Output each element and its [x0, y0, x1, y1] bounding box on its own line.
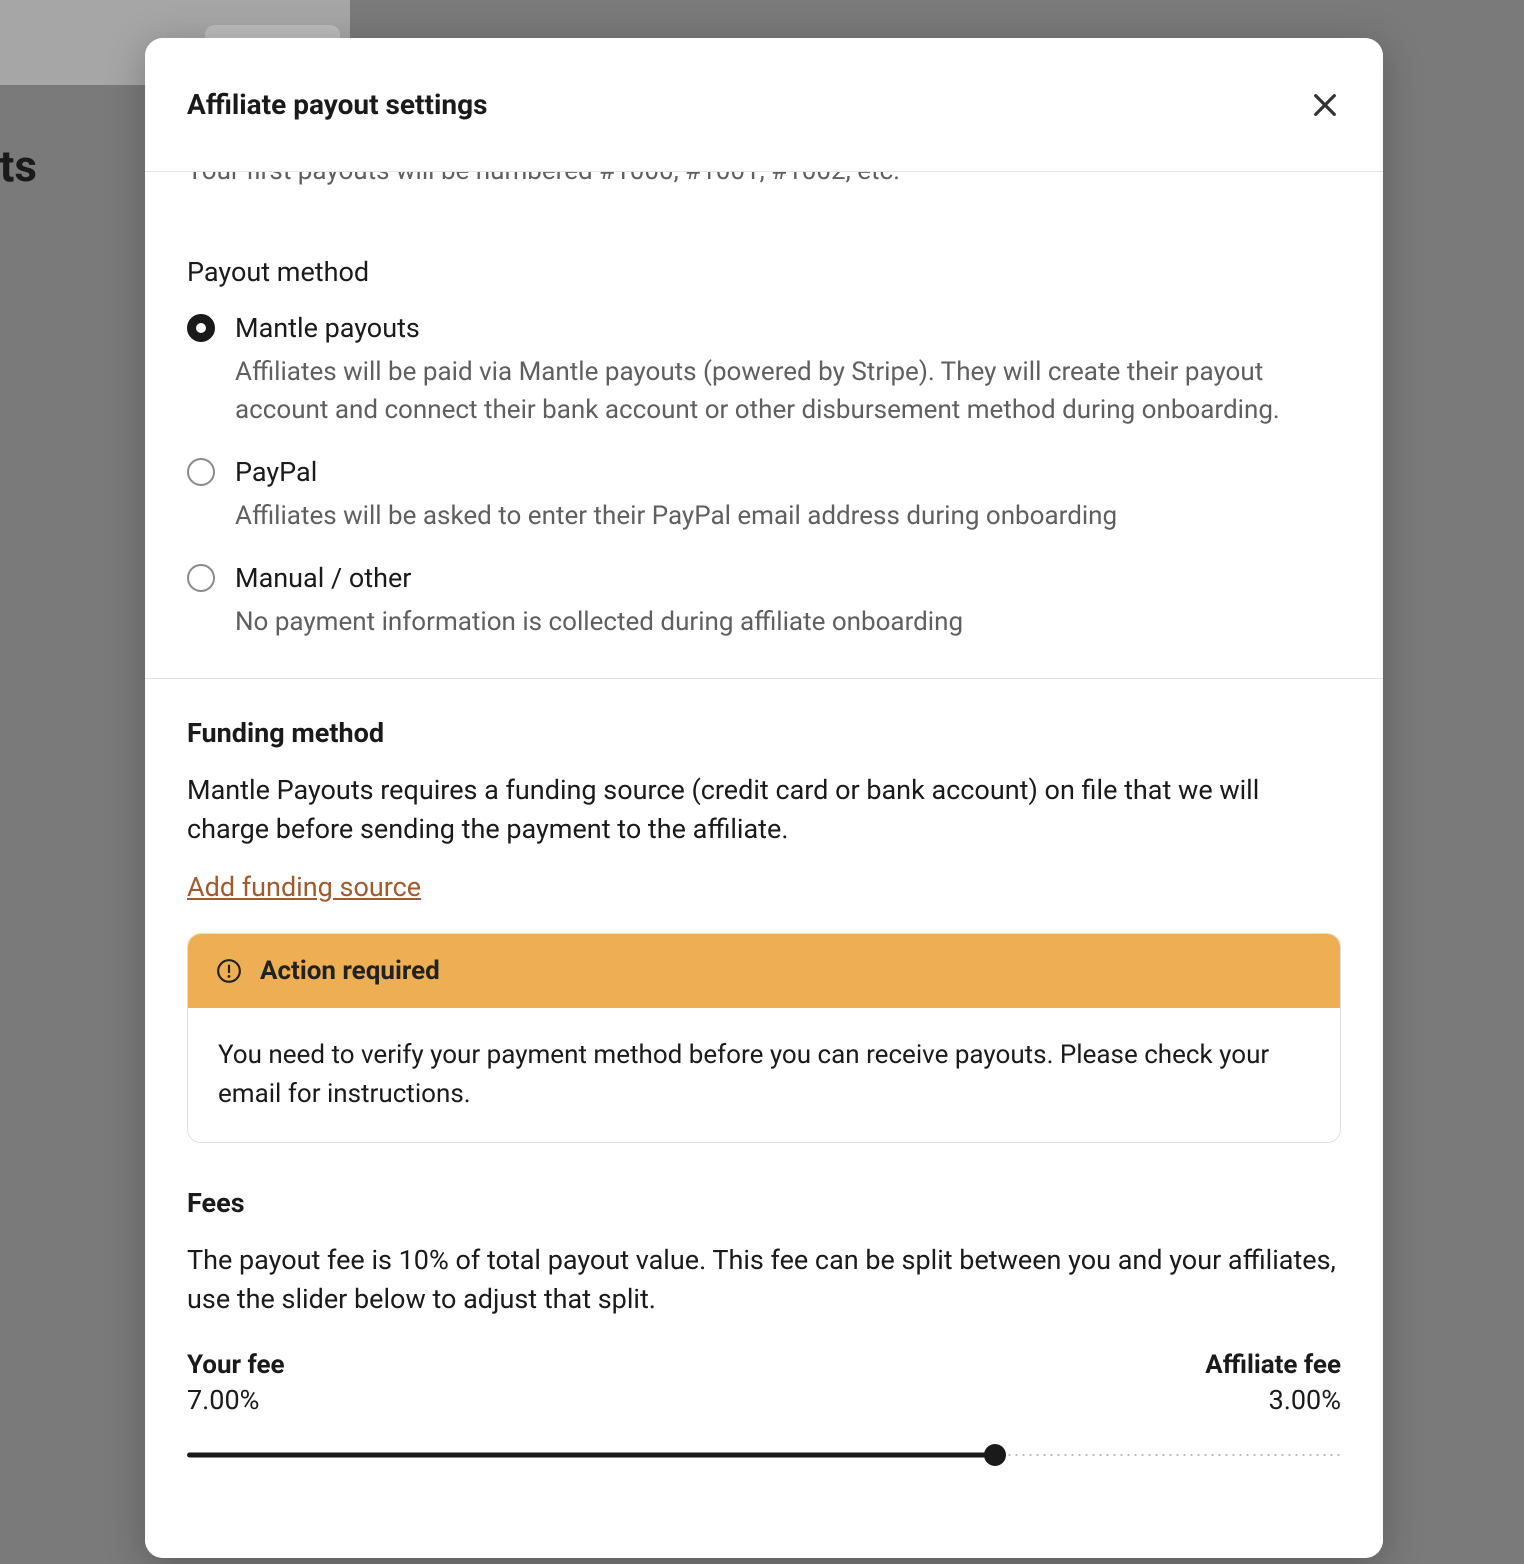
radio-label: Mantle payouts: [235, 310, 1341, 346]
slider-thumb[interactable]: [984, 1444, 1006, 1466]
alert-body: You need to verify your payment method b…: [188, 1008, 1340, 1142]
fees-description: The payout fee is 10% of total payout va…: [187, 1241, 1341, 1319]
payout-method-radios: Mantle payouts Affiliates will be paid v…: [187, 310, 1341, 642]
fees-heading: Fees: [187, 1187, 1341, 1219]
modal-header: Affiliate payout settings: [145, 38, 1383, 172]
alert-icon: [216, 958, 242, 984]
payout-numbering-helper: Your first payouts will be numbered #100…: [187, 172, 1341, 218]
radio-option-manual[interactable]: Manual / other No payment information is…: [187, 560, 1341, 642]
radio-input[interactable]: [187, 314, 215, 342]
radio-description: Affiliates will be paid via Mantle payou…: [235, 354, 1341, 429]
affiliate-fee-value: 3.00%: [1205, 1384, 1341, 1416]
close-button[interactable]: [1299, 79, 1351, 131]
action-required-alert: Action required You need to verify your …: [187, 933, 1341, 1143]
radio-input[interactable]: [187, 564, 215, 592]
radio-description: Affiliates will be asked to enter their …: [235, 498, 1341, 536]
fees-values-row: Your fee 7.00% Affiliate fee 3.00%: [187, 1350, 1341, 1416]
section-divider: [145, 678, 1383, 679]
funding-method-heading: Funding method: [187, 717, 1341, 749]
radio-label: Manual / other: [235, 560, 1341, 596]
your-fee-value: 7.00%: [187, 1384, 285, 1416]
payout-method-heading: Payout method: [187, 256, 1341, 288]
radio-option-mantle[interactable]: Mantle payouts Affiliates will be paid v…: [187, 310, 1341, 430]
radio-input[interactable]: [187, 458, 215, 486]
funding-method-description: Mantle Payouts requires a funding source…: [187, 771, 1341, 849]
affiliate-fee-label: Affiliate fee: [1205, 1350, 1341, 1380]
add-funding-source-link[interactable]: Add funding source: [187, 871, 421, 903]
modal-dialog: Affiliate payout settings Your first pay…: [145, 38, 1383, 1558]
alert-header: Action required: [188, 934, 1340, 1008]
slider-fill: [187, 1452, 995, 1457]
your-fee-label: Your fee: [187, 1350, 285, 1380]
modal-body-scroll[interactable]: Your first payouts will be numbered #100…: [145, 172, 1383, 1558]
radio-description: No payment information is collected duri…: [235, 604, 1341, 642]
fee-split-slider[interactable]: [187, 1440, 1341, 1470]
radio-label: PayPal: [235, 454, 1341, 490]
radio-option-paypal[interactable]: PayPal Affiliates will be asked to enter…: [187, 454, 1341, 536]
background-page-title: outs: [0, 140, 37, 192]
payout-numbering-helper-text: Your first payouts will be numbered #100…: [187, 172, 900, 186]
modal-title: Affiliate payout settings: [187, 88, 487, 121]
close-icon: [1309, 89, 1341, 121]
alert-title: Action required: [260, 956, 440, 986]
